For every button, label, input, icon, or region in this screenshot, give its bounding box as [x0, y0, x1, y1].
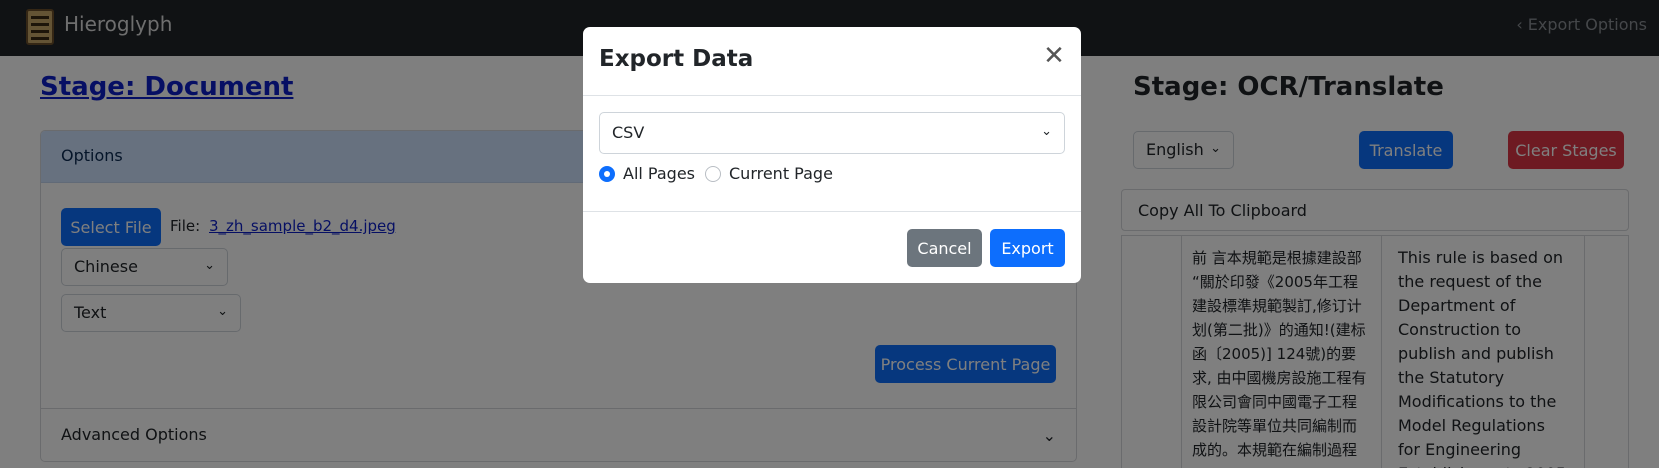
radio-current-page[interactable]	[705, 166, 721, 182]
radio-current-page-label[interactable]: Current Page	[729, 164, 833, 183]
modal-header-divider	[583, 95, 1081, 96]
cancel-button[interactable]: Cancel	[907, 229, 982, 267]
export-format-select[interactable]: CSV ⌄	[599, 112, 1065, 154]
export-data-modal: Export Data ✕ CSV ⌄ All Pages Current Pa…	[583, 27, 1081, 283]
export-format-value: CSV	[612, 123, 645, 142]
modal-title: Export Data	[599, 46, 754, 72]
export-button[interactable]: Export	[990, 229, 1065, 267]
close-icon[interactable]: ✕	[1039, 41, 1069, 71]
radio-all-pages[interactable]	[599, 166, 615, 182]
chevron-down-icon: ⌄	[1041, 124, 1052, 139]
radio-all-pages-label[interactable]: All Pages	[623, 164, 695, 183]
modal-footer-divider	[583, 211, 1081, 212]
